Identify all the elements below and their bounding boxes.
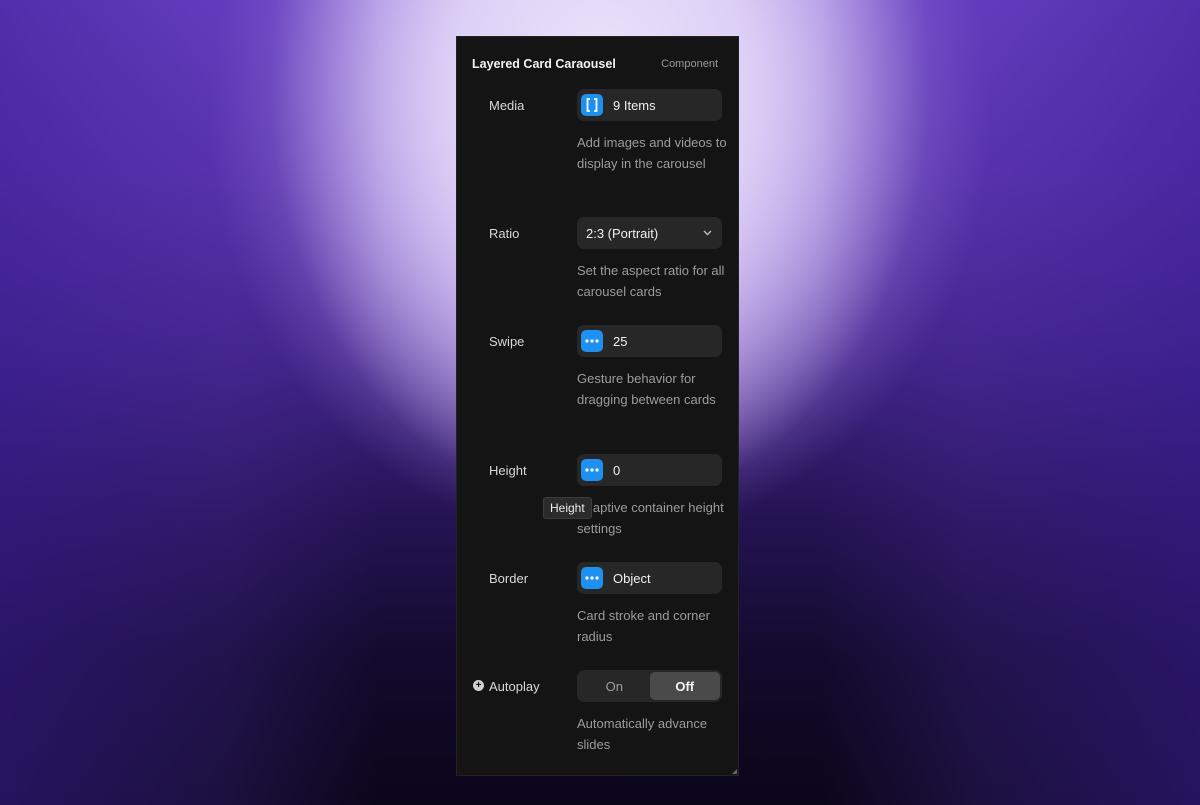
height-value: 0	[613, 462, 621, 478]
media-control[interactable]: 9 Items	[577, 89, 722, 121]
swipe-control[interactable]: 25	[577, 325, 722, 357]
autoplay-description: Automatically advance slides	[577, 716, 708, 752]
height-label: Height	[489, 463, 527, 478]
autoplay-off-button[interactable]: Off	[649, 672, 720, 700]
resize-grip-icon[interactable]	[732, 769, 737, 774]
media-description: Add images and videos to display in the …	[577, 135, 727, 171]
dots-icon	[581, 567, 603, 589]
height-control[interactable]: 0	[577, 454, 722, 486]
background-left-shade	[0, 0, 380, 805]
brackets-icon	[581, 94, 603, 116]
media-label: Media	[489, 98, 525, 113]
ratio-description: Set the aspect ratio for all carousel ca…	[577, 263, 725, 299]
border-label: Border	[489, 571, 529, 586]
border-control[interactable]: Object	[577, 562, 722, 594]
component-tag: Component	[661, 58, 718, 70]
autoplay-label-wrap: + Autoplay	[473, 679, 540, 694]
dots-icon	[581, 459, 603, 481]
swipe-label: Swipe	[489, 334, 525, 349]
autoplay-on-button[interactable]: On	[579, 672, 650, 700]
panel-title: Layered Card Caraousel	[472, 57, 616, 71]
border-description: Card stroke and corner radius	[577, 608, 710, 644]
height-tooltip: Height	[543, 497, 592, 519]
background-right-shade	[820, 0, 1200, 805]
height-description: Adaptive container height settings	[577, 500, 724, 536]
panel-header: Layered Card Caraousel Component	[472, 56, 718, 72]
plus-circle-icon[interactable]: +	[473, 680, 484, 691]
properties-panel: Layered Card Caraousel Component Media 9…	[456, 36, 739, 776]
ratio-select[interactable]: 2:3 (Portrait)	[577, 217, 722, 249]
dots-icon	[581, 330, 603, 352]
swipe-value: 25	[613, 333, 628, 349]
media-value: 9 Items	[613, 97, 656, 113]
ratio-value: 2:3 (Portrait)	[586, 225, 659, 241]
autoplay-label: Autoplay	[489, 679, 540, 694]
chevron-down-icon	[703, 228, 712, 239]
ratio-label: Ratio	[489, 226, 520, 241]
swipe-description: Gesture behavior for dragging between ca…	[577, 371, 716, 407]
border-value: Object	[613, 570, 651, 586]
autoplay-toggle[interactable]: On Off	[577, 670, 722, 702]
